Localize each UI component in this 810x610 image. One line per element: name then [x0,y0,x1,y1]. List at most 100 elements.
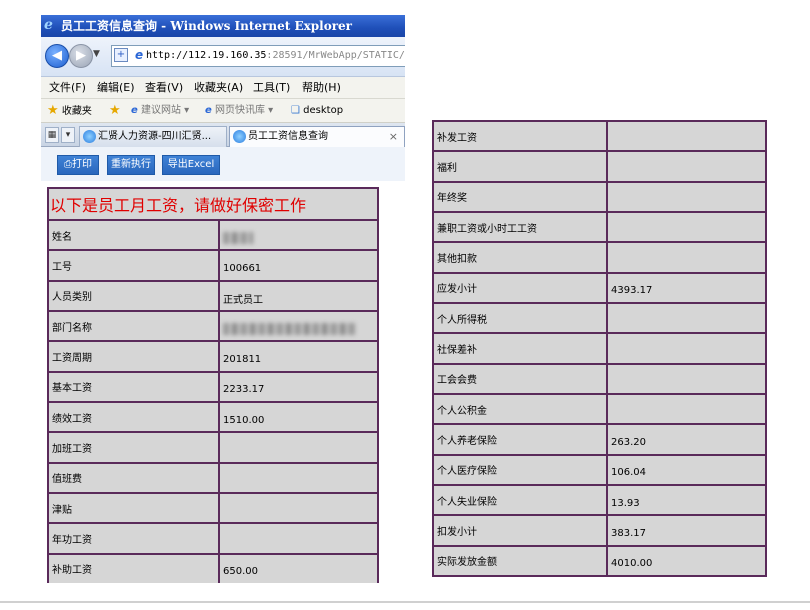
history-dropdown-icon[interactable]: ▼ [93,49,100,59]
payslip-table-left: 以下是员工月工资，请做好保密工作 姓名 工号 100661 人员类别 正式员工 部门… [46,187,380,583]
table-row: 福利 [432,150,767,183]
table-row: 年功工资 [47,522,380,555]
close-tab-icon[interactable]: × [389,127,398,147]
row-label: 福利 [432,150,608,183]
tab-label: 员工工资信息查询 [248,131,328,142]
row-label: 其他扣款 [432,241,608,274]
printer-icon: ⎙ [64,159,72,170]
row-value: 4010.00 [606,544,767,578]
table-row: 工会会费 [432,362,767,396]
site-icon [83,130,96,143]
row-label: 基本工资 [47,370,220,404]
table-row: 姓名 [47,218,380,252]
row-value: 106.04 [606,453,767,487]
table-row: 基本工资 2233.17 [47,370,380,404]
page-content: ⎙打印 重新执行 导出Excel 以下是员工月工资，请做好保密工作 姓名 工号 1… [41,147,405,583]
favorites-label: 收藏夹 [61,106,92,117]
row-value: 1510.00 [217,401,380,434]
ie-logo-icon: e [44,17,53,33]
row-label: 人员类别 [47,279,220,313]
table-row: 其他扣款 [432,241,767,274]
star-icon: ★ [47,103,59,118]
desktop-link[interactable]: ❑ desktop [291,99,343,123]
tab-label: 汇贤人力资源-四川汇贤... [98,131,212,142]
row-value: 100661 [217,249,380,282]
table-row: 个人所得税 [432,302,767,335]
desktop-label: desktop [303,105,344,116]
table-row: 个人失业保险 13.93 [432,484,767,517]
row-label: 个人公积金 [432,393,608,426]
table-row: 社保差补 [432,332,767,365]
tab-list-icon[interactable]: ▾ [61,127,75,143]
table-row: 津贴 [47,492,380,525]
compatibility-icon[interactable]: + [114,48,128,62]
row-label: 扣发小计 [432,514,608,547]
row-value [606,332,767,365]
page-icon: e [135,48,144,62]
menu-view[interactable]: 查看(V) [145,77,183,99]
row-label: 实际发放金额 [432,544,608,578]
forward-button[interactable]: ▶ [69,44,93,68]
payslip-table-right: 补发工资 福利 年终奖 兼职工资或小时工工资 其他扣款 应发小计 4393.17 … [432,119,767,578]
table-row: 实际发放金额 4010.00 [432,544,767,578]
row-value: 201811 [217,340,380,373]
table-row: 个人医疗保险 106.04 [432,453,767,487]
row-value [606,211,767,244]
row-label: 兼职工资或小时工工资 [432,211,608,244]
favorites-bar: ★ 收藏夹 ★ e 建议网站 ▾ e 网页快讯库 ▾ ❑ desktop [41,99,405,123]
row-label: 社保差补 [432,332,608,365]
menu-edit[interactable]: 编辑(E) [97,77,135,99]
window-titlebar: e 员工工资信息查询 - Windows Internet Explorer [41,15,405,37]
row-label: 个人医疗保险 [432,453,608,487]
table-row: 扣发小计 383.17 [432,514,767,547]
menu-favorites[interactable]: 收藏夹(A) [194,77,243,99]
row-value [606,119,767,153]
row-label: 应发小计 [432,271,608,305]
menu-tools[interactable]: 工具(T) [253,77,290,99]
back-button[interactable]: ◀ [45,44,69,68]
address-host: http://112.19.160.35 [146,50,267,61]
table-row: 兼职工资或小时工工资 [432,211,767,244]
table-row: 值班费 [47,461,380,495]
menu-help[interactable]: 帮助(H) [302,77,341,99]
row-value: 263.20 [606,423,767,456]
table-row: 部门名称 [47,310,380,343]
row-label: 个人失业保险 [432,484,608,517]
web-slice-gallery-button[interactable]: e 网页快讯库 ▾ [205,99,273,123]
row-label: 工会会费 [432,362,608,396]
table-row: 加班工资 [47,431,380,464]
export-excel-button[interactable]: 导出Excel [162,155,220,175]
rerun-button[interactable]: 重新执行 [107,155,155,175]
redacted-department [223,323,355,336]
page-icon: ❑ [291,105,300,116]
ie-page-icon: e [205,105,212,116]
table-row: 应发小计 4393.17 [432,271,767,305]
table-row: 工资周期 201811 [47,340,380,373]
web-slice-gallery-label: 网页快讯库 ▾ [214,105,274,116]
print-label: 打印 [72,159,92,170]
address-input[interactable]: http://112.19.160.35:28591/MrWebApp/STAT… [111,45,405,67]
quick-tabs-icon[interactable]: ▦ [45,127,59,143]
add-favorite-icon[interactable]: ★ [109,99,121,124]
print-button[interactable]: ⎙打印 [57,155,99,175]
table-row: 人员类别 正式员工 [47,279,380,313]
suggested-sites-button[interactable]: e 建议网站 ▾ [131,99,189,123]
row-label: 补发工资 [432,119,608,153]
menu-file[interactable]: 文件(F) [49,77,86,99]
table-row: 补发工资 [432,119,767,153]
tab-hr-resources[interactable]: 汇贤人力资源-四川汇贤... [79,126,227,147]
favorites-button[interactable]: ★ 收藏夹 [47,99,92,124]
tab-salary-query[interactable]: 员工工资信息查询 × [229,126,405,147]
row-label: 工号 [47,249,220,282]
redacted-name [223,232,253,245]
table-row: 绩效工资 1510.00 [47,401,380,434]
row-label: 个人所得税 [432,302,608,335]
ie-page-icon: e [131,105,138,116]
department-value [217,310,380,343]
row-label: 个人养老保险 [432,423,608,456]
row-label: 年终奖 [432,180,608,214]
address-path: :28591/MrWebApp/STATIC/BI/BI [266,50,405,61]
payslip-heading: 以下是员工月工资，请做好保密工作 [46,187,380,221]
row-value [606,393,767,426]
table-row: 补助工资 650.00 [47,552,380,583]
